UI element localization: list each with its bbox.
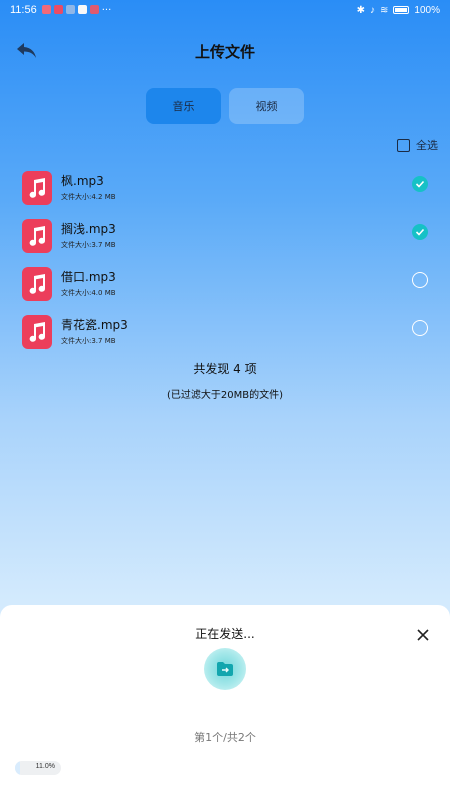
- close-button[interactable]: [416, 627, 430, 641]
- notification-icon: [89, 4, 99, 14]
- music-file-icon: [22, 219, 52, 253]
- notification-icon: [77, 4, 87, 14]
- battery-icon: [393, 6, 410, 14]
- category-tabs: 音乐 视频: [146, 88, 304, 124]
- notification-icons: ···: [41, 4, 112, 16]
- file-size: 文件大小:3.7 MB: [61, 337, 116, 345]
- file-count: 共发现 4 项: [193, 362, 257, 376]
- checked-icon[interactable]: [412, 176, 428, 192]
- file-size: 文件大小:3.7 MB: [61, 241, 116, 249]
- progress-bar: 11.0%: [15, 761, 61, 775]
- tab-music[interactable]: 音乐: [146, 88, 221, 124]
- music-file-icon: [22, 171, 52, 205]
- select-all-toggle[interactable]: 全选: [397, 137, 438, 153]
- select-all-checkbox[interactable]: [397, 138, 410, 152]
- file-item[interactable]: 青花瓷.mp3 文件大小:3.7 MB: [22, 308, 438, 356]
- notification-icon: [41, 4, 51, 14]
- status-time: 11:56: [10, 4, 37, 16]
- select-all-label: 全选: [416, 139, 438, 152]
- notification-icon: [65, 4, 75, 14]
- page-title: 上传文件: [194, 43, 255, 61]
- unchecked-icon[interactable]: [412, 272, 428, 288]
- notification-icon: [53, 4, 63, 14]
- mute-icon: ♪: [370, 4, 376, 16]
- tab-video[interactable]: 视频: [229, 88, 304, 124]
- sending-sheet: 正在发送... 第1个/共2个 11.0%: [0, 605, 450, 800]
- header: 上传文件: [0, 36, 450, 66]
- sending-indicator: [204, 648, 246, 690]
- file-size: 文件大小:4.2 MB: [61, 193, 116, 201]
- status-bar: 11:56 ··· ✱ ♪ ≋ 100%: [0, 0, 450, 20]
- unchecked-icon[interactable]: [412, 320, 428, 336]
- music-file-icon: [22, 315, 52, 349]
- file-item[interactable]: 枫.mp3 文件大小:4.2 MB: [22, 164, 438, 212]
- filter-note: (已过滤大于20MB的文件): [166, 390, 283, 401]
- checked-icon[interactable]: [412, 224, 428, 240]
- file-size: 文件大小:4.0 MB: [61, 289, 116, 297]
- summary: 共发现 4 项 (已过滤大于20MB的文件): [0, 360, 450, 401]
- progress-fill: [15, 761, 21, 775]
- file-item[interactable]: 借口.mp3 文件大小:4.0 MB: [22, 260, 438, 308]
- close-icon: [417, 629, 429, 641]
- progress-label: 11.0%: [35, 763, 55, 770]
- more-icon: ···: [101, 4, 112, 16]
- file-name: 青花瓷.mp3: [61, 318, 128, 332]
- file-name: 枫.mp3: [61, 174, 104, 188]
- sheet-title: 正在发送...: [195, 627, 255, 641]
- file-list: 枫.mp3 文件大小:4.2 MB 搁浅.mp3 文件大小:3.7 MB 借口.…: [22, 164, 438, 356]
- progress-text: 第1个/共2个: [194, 731, 256, 744]
- battery-percent: 100%: [414, 4, 440, 16]
- folder-send-icon: [217, 662, 233, 676]
- file-item[interactable]: 搁浅.mp3 文件大小:3.7 MB: [22, 212, 438, 260]
- music-file-icon: [22, 267, 52, 301]
- file-name: 搁浅.mp3: [61, 222, 116, 236]
- bluetooth-icon: ✱: [356, 4, 366, 16]
- wifi-icon: ≋: [380, 4, 389, 16]
- file-name: 借口.mp3: [61, 270, 116, 284]
